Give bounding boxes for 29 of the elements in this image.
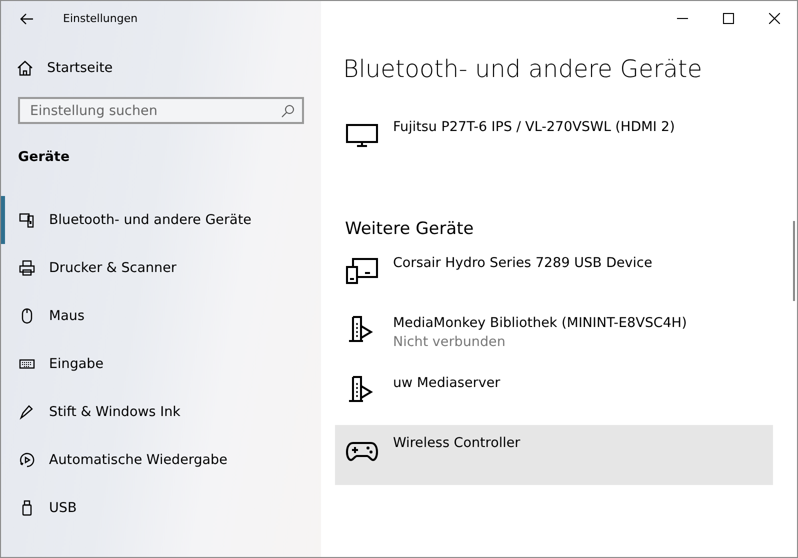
section-heading: Weitere Geräte [345, 219, 475, 239]
scrollbar[interactable] [793, 221, 795, 301]
device-item[interactable]: Fujitsu P27T-6 IPS / VL-270VSWL (HDMI 2) [335, 109, 773, 169]
search-field[interactable]: Einstellung suchen [18, 97, 304, 124]
section-heading: Geräte [18, 149, 71, 165]
devices-icon [345, 255, 379, 285]
nav-item[interactable]: USB [1, 484, 321, 532]
home-link[interactable]: Startseite [17, 56, 321, 80]
keyboard-phone-icon [19, 212, 35, 228]
nav-item[interactable]: Maus [1, 292, 321, 340]
nav-item[interactable]: Stift & Windows Ink [1, 388, 321, 436]
device-item[interactable]: Corsair Hydro Series 7289 USB Device [335, 245, 773, 305]
nav-item[interactable]: Eingabe [1, 340, 321, 388]
maximize-icon [722, 13, 734, 24]
nav-item[interactable]: Automatische Wiedergabe [1, 436, 321, 484]
window-title: Einstellungen [63, 12, 138, 25]
printer-icon [19, 260, 35, 276]
nav-item[interactable]: Drucker & Scanner [1, 244, 321, 292]
back-arrow-icon [20, 12, 34, 24]
device-item[interactable]: MediaMonkey Bibliothek (MININT-E8VSC4H) Nicht verbunden [335, 305, 773, 365]
pen-icon [19, 404, 35, 420]
autoplay-icon [19, 452, 35, 468]
mouse-icon [19, 308, 35, 324]
home-icon [17, 60, 33, 76]
search-icon [281, 104, 295, 118]
device-item[interactable]: uw Mediaserver [335, 365, 773, 425]
close-icon [768, 13, 780, 24]
device-item[interactable]: Wireless Controller [335, 425, 773, 485]
page-title: Bluetooth- und andere Geräte [343, 55, 704, 85]
